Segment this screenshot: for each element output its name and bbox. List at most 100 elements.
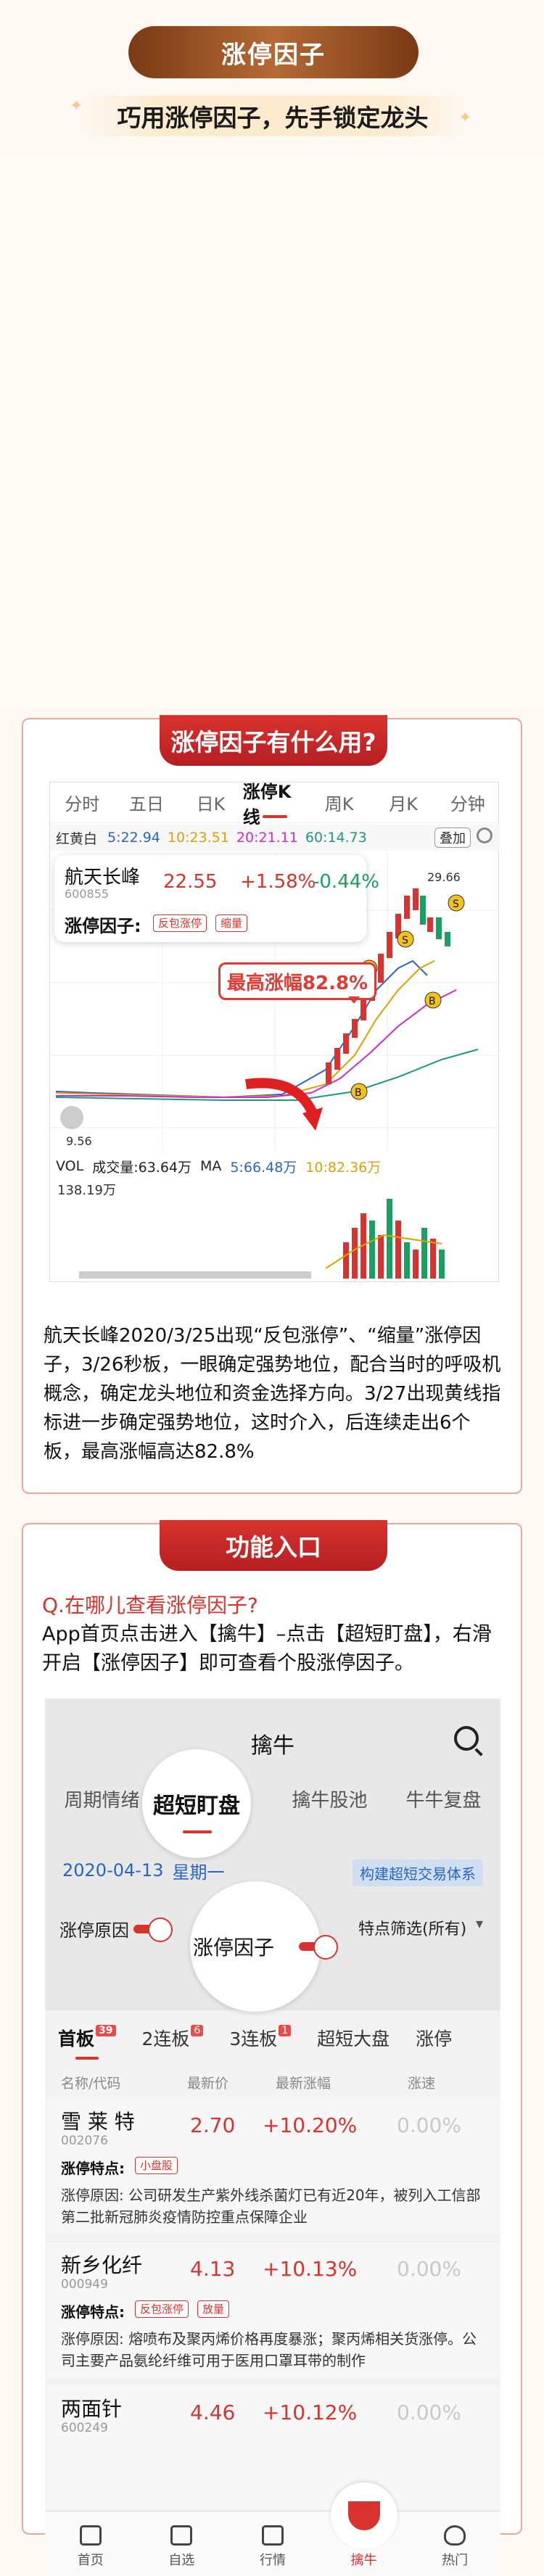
- tab-minute[interactable]: 分钟: [435, 783, 500, 822]
- stock-code: 600855: [65, 887, 110, 901]
- row-change: +10.13%: [263, 2257, 358, 2281]
- row-stock-code: 000949: [61, 2277, 108, 2292]
- tab-fenshi[interactable]: 分时: [50, 783, 115, 822]
- period-tabs: 分时 五日 日K 涨停K线 周K 月K 分钟: [50, 782, 500, 827]
- section-title: 功能入口: [160, 1520, 387, 1571]
- build-system-button[interactable]: 构建超短交易体系: [353, 1859, 483, 1886]
- tab-review[interactable]: 牛牛复盘: [387, 1786, 500, 1812]
- tab-super-short[interactable]: 超短盯盘: [153, 1788, 240, 1820]
- row-price: 4.13: [190, 2257, 236, 2281]
- row-tag: 反包涨停: [135, 2300, 189, 2318]
- tab-market[interactable]: 超短大盘: [304, 2025, 403, 2051]
- weekday-value: 星期一: [172, 1862, 225, 1883]
- factor-tag: 缩量: [215, 915, 248, 932]
- row-price: 4.46: [190, 2400, 236, 2424]
- stock-name: 航天长峰: [65, 867, 141, 888]
- app-subtabs: 周期情绪 超短盯盘 擒牛股池 牛牛复盘: [45, 1786, 500, 1812]
- row-stock-code: 002076: [61, 2134, 108, 2148]
- nav-label: 首页: [77, 2553, 104, 2568]
- stock-change: +1.58%: [240, 871, 316, 893]
- chart-high-label: 29.66: [427, 870, 461, 884]
- vol-total: 成交量:63.64万: [92, 1159, 192, 1176]
- answer-text: App首页点击进入【擒牛】–点击【超短盯盘】，右滑开启【涨停因子】即可查看个股涨…: [42, 1623, 492, 1675]
- ma-legend: 红黄白 5:22.94 10:23.51 20:21.11 60:14.73 叠…: [50, 825, 500, 851]
- nav-hot[interactable]: 热门: [409, 2511, 500, 2576]
- case-description: 航天长峰2020/3/25出现“反包涨停”、“缩量”涨停因子，3/26秒板，一眼…: [44, 1325, 501, 1463]
- candles-green: [420, 896, 450, 946]
- factor-toggle[interactable]: [299, 1935, 338, 1960]
- app-screenshot: 擒牛 周期情绪 超短盯盘 擒牛股池 牛牛复盘 2020-04-13 星期一 构建…: [45, 1698, 500, 2576]
- row-speed: 0.00%: [397, 2400, 461, 2424]
- stock-change-2: -0.44%: [313, 871, 379, 893]
- nav-label: 行情: [259, 2553, 286, 2568]
- overlay-button[interactable]: 叠加: [434, 827, 471, 848]
- nav-label: 自选: [168, 2553, 195, 2568]
- volume-legend: VOL 成交量:63.64万 MA 5:66.48万 10:82.36万: [50, 1155, 500, 1177]
- table-row[interactable]: 雪 莱 特 002076 2.70 +10.20% 0.00% 涨停特点: 小盘…: [45, 2099, 500, 2234]
- tab-limit[interactable]: 涨停: [403, 2025, 465, 2051]
- ma-line-green: [55, 1049, 479, 1101]
- nav-qinniu[interactable]: 擒牛: [318, 2482, 410, 2576]
- chevron-down-icon[interactable]: ▾: [476, 1915, 483, 1932]
- page-title: 涨停因子: [128, 26, 419, 78]
- svg-text:S: S: [453, 899, 459, 910]
- stock-chart-screenshot: 分时 五日 日K 涨停K线 周K 月K 分钟 红黄白 5:22.94 10:23…: [49, 782, 500, 1282]
- board-tabs: 首板 39 2连板 6 3连板 1 超短大盘 涨停: [45, 2018, 500, 2060]
- row-tag: 放量: [197, 2300, 230, 2318]
- section-title: 涨停因子有什么用?: [160, 715, 387, 766]
- search-icon[interactable]: [454, 1726, 479, 1751]
- vol-label: VOL: [56, 1158, 84, 1174]
- nav-watchlist[interactable]: 自选: [136, 2511, 228, 2576]
- vol-ma-label: MA: [200, 1158, 222, 1174]
- tab-daily-k[interactable]: 日K: [178, 783, 243, 822]
- reason-label: 涨停原因: [59, 1920, 129, 1941]
- nav-label: 热门: [442, 2553, 469, 2568]
- bookmark-icon: [170, 2525, 193, 2546]
- row-price: 2.70: [190, 2113, 236, 2137]
- table-row[interactable]: 新乡化纤 000949 4.13 +10.13% 0.00% 涨停特点: 反包涨…: [45, 2242, 500, 2377]
- tab-five-day[interactable]: 五日: [115, 783, 179, 822]
- row-reason: 涨停原因: 熔喷布及聚丙烯价格再度暴涨；聚丙烯相关货涨停。公司主要产品氨纶纤维可…: [61, 2330, 477, 2369]
- feature-filter[interactable]: 特点筛选(所有): [358, 1916, 466, 1939]
- row-change: +10.12%: [263, 2400, 358, 2424]
- row-reason: 涨停原因: 公司研发生产紫外线杀菌灯已有近20年，被列入工信部第二批新冠肺炎疫情…: [61, 2187, 481, 2226]
- column-headers: 名称/代码 最新价 最新涨幅 涨速: [45, 2068, 500, 2094]
- row-stock-name: 两面针: [61, 2397, 123, 2421]
- col-speed[interactable]: 涨速: [408, 2073, 435, 2092]
- tab-first-board[interactable]: 首板 39: [45, 2025, 129, 2060]
- vol-ma5: 5:66.48万: [230, 1159, 297, 1176]
- tab-two-board[interactable]: 2连板 6: [129, 2025, 217, 2051]
- ma10-value: 10:23.51: [167, 830, 229, 846]
- nav-market[interactable]: 行情: [227, 2511, 318, 2576]
- highlight-circle: 超短盯盘: [142, 1749, 251, 1858]
- chart-icon: [261, 2525, 284, 2546]
- nav-label: 擒牛: [350, 2553, 377, 2568]
- row-speed: 0.00%: [397, 2113, 461, 2137]
- vol-axis-max: 138.19万: [57, 1183, 116, 1198]
- gear-icon[interactable]: [477, 827, 493, 843]
- section-what-is-factor: 涨停因子有什么用? 分时 五日 日K 涨停K线 周K 月K 分钟 红黄白 5:2…: [22, 715, 522, 1494]
- tab-stock-pool[interactable]: 擒牛股池: [273, 1786, 387, 1812]
- nav-home[interactable]: 首页: [45, 2511, 136, 2576]
- svg-text:S: S: [402, 935, 408, 946]
- tab-weekly-k[interactable]: 周K: [307, 783, 371, 822]
- tab-limit-up-k[interactable]: 涨停K线: [243, 782, 308, 827]
- table-row[interactable]: 两面针 600249 4.46 +10.12% 0.00%: [45, 2386, 500, 2509]
- vol-ma10: 10:82.36万: [305, 1159, 382, 1176]
- max-gain-callout: 最高涨幅82.8%: [218, 962, 376, 1004]
- red-arrow-icon: [245, 1078, 318, 1116]
- col-price[interactable]: 最新价: [187, 2073, 228, 2092]
- tab-three-board[interactable]: 3连板 1: [216, 2025, 304, 2051]
- row-stock-name: 雪 莱 特: [61, 2110, 135, 2134]
- volume-chart: [79, 1199, 445, 1279]
- col-name[interactable]: 名称/代码: [61, 2073, 120, 2092]
- ma-label: 红黄白: [56, 830, 98, 847]
- ma5-value: 5:22.94: [107, 830, 160, 846]
- reason-toggle[interactable]: [133, 1917, 173, 1942]
- ma60-value: 60:14.73: [305, 830, 367, 846]
- col-change[interactable]: 最新涨幅: [276, 2073, 331, 2092]
- tab-monthly-k[interactable]: 月K: [371, 783, 436, 822]
- section-entry: 功能入口 Q.在哪儿查看涨停因子? App首页点击进入【擒牛】–点击【超短盯盘】…: [22, 1520, 522, 2576]
- svg-text:B: B: [355, 1087, 362, 1099]
- date-value[interactable]: 2020-04-13: [62, 1860, 163, 1881]
